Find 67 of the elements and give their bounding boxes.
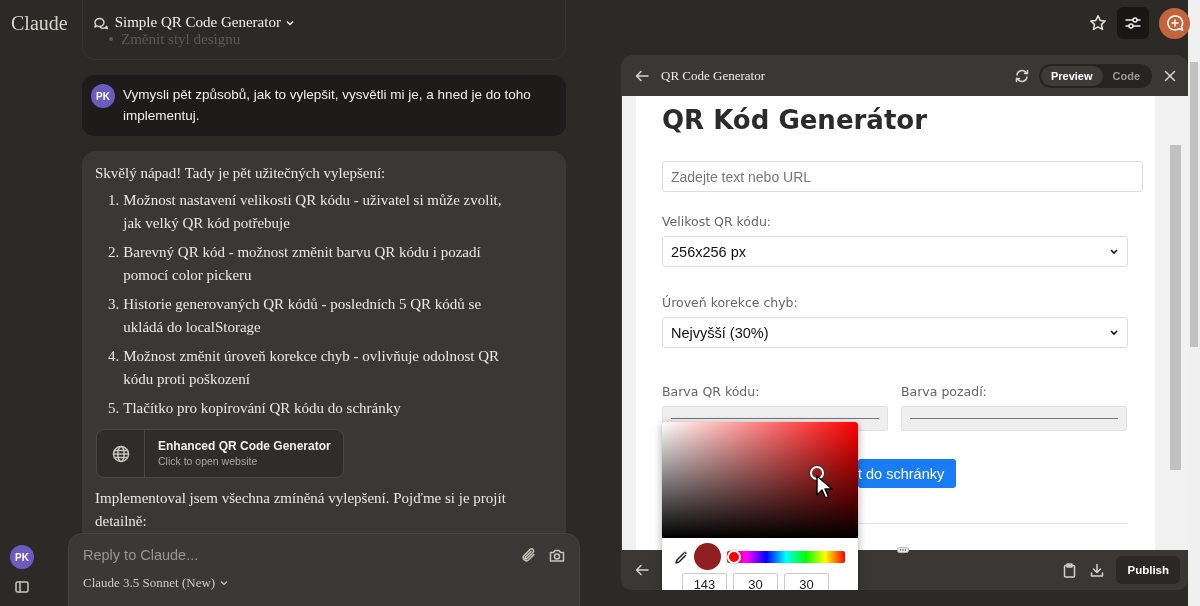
- globe-icon: [111, 444, 130, 463]
- caret-icon: [1109, 248, 1119, 255]
- user-message-text: Vymysli pět způsobů, jak to vylepšit, vysvětli mi je, a hned je do toho implementuj.: [123, 86, 532, 125]
- message-text: Implementoval jsem všechna zmíněná vylepšení. Pojďme si je projít detailně:: [95, 489, 507, 531]
- chat-bubbles-icon: [92, 16, 109, 31]
- publish-button[interactable]: Publish: [1116, 556, 1180, 584]
- color-swatch: [694, 543, 721, 570]
- view-tab[interactable]: Preview: [1040, 65, 1103, 86]
- size-select[interactable]: 256x256 px: [662, 236, 1128, 267]
- message-text: Skvělý nápad! Tady je pět užitečných vylepšení:: [95, 164, 387, 183]
- cursor-icon: [814, 473, 833, 500]
- paperclip-icon[interactable]: [521, 547, 537, 563]
- caret-icon: [219, 579, 230, 587]
- color-input-field[interactable]: [901, 406, 1127, 431]
- user-avatar: PK: [91, 84, 115, 108]
- list-item-text: Barevný QR kód - možnost změnit barvu QR kódu i pozadí pomocí color pickeru: [123, 243, 482, 285]
- camera-icon[interactable]: [549, 547, 565, 563]
- reply-input-field[interactable]: Reply to Claude...: [83, 545, 509, 565]
- field-label: Barva pozadí:: [901, 384, 988, 400]
- list-number: 3.: [108, 295, 120, 314]
- list-item-text: Možnost změnit úroveň korekce chyb - ovlivňuje odolnost QR kódu proti poškození: [123, 347, 500, 389]
- app-logo[interactable]: Claude: [11, 12, 68, 34]
- list-item-text: Tlačítko pro kopírování QR kódu do schránky: [123, 399, 402, 418]
- artifact-card[interactable]: Enhanced QR Code Generator Click to open website: [96, 429, 344, 478]
- sidebar-toggle-icon[interactable]: [15, 581, 29, 593]
- list-number: 2.: [108, 243, 120, 262]
- field-label: Barva QR kódu:: [662, 384, 761, 400]
- channel-value-field[interactable]: 30: [733, 573, 778, 590]
- artifact-subtitle: Click to open website: [158, 454, 259, 468]
- artifact-title: Enhanced QR Code Generator: [158, 439, 331, 454]
- copy-button[interactable]: t do schránky: [858, 459, 957, 488]
- model-selector[interactable]: Claude 3.5 Sonnet (New): [83, 575, 230, 591]
- caret-icon: [1109, 329, 1119, 336]
- channel-value-field[interactable]: 143: [682, 573, 727, 590]
- error-correction-select[interactable]: Nejvyšší (30%): [662, 317, 1128, 348]
- artifact-title: QR Code Generator: [661, 67, 765, 84]
- new-chat-button[interactable]: [1159, 7, 1190, 39]
- list-number: 1.: [108, 191, 120, 210]
- channel-value-field[interactable]: 30: [784, 573, 829, 590]
- slider-thumb[interactable]: [727, 549, 741, 564]
- close-icon[interactable]: [1164, 69, 1176, 82]
- user-avatar[interactable]: PK: [10, 545, 34, 569]
- page-heading: QR Kód Generátor: [662, 104, 927, 137]
- resize-handle-icon[interactable]: [897, 547, 909, 553]
- list-number: 5.: [108, 399, 120, 418]
- list-item-text: Možnost nastavení velikosti QR kódu - uživatel si může zvolit, jak velký QR kód potřebuje: [123, 191, 503, 233]
- clipboard-icon[interactable]: [1063, 562, 1077, 578]
- view-tab[interactable]: Code: [1102, 65, 1150, 86]
- field-label: Velikost QR kódu:: [662, 214, 772, 230]
- star-icon[interactable]: [1089, 14, 1107, 32]
- back-arrow-icon[interactable]: [635, 564, 649, 576]
- eyedropper-icon[interactable]: [674, 548, 688, 565]
- scrollbar[interactable]: [1188, 0, 1200, 606]
- settings-button[interactable]: [1117, 7, 1149, 39]
- chat-title-button[interactable]: Simple QR Code Generator: [114, 14, 295, 31]
- hue-slider[interactable]: [727, 550, 845, 563]
- chat-plus-icon: [1165, 14, 1184, 32]
- list-item-text: Historie generovaných QR kódů - posledních 5 QR kódů se ukládá do localStorage: [123, 295, 483, 337]
- sliders-icon: [1125, 16, 1141, 30]
- color-gradient-area[interactable]: [662, 422, 858, 538]
- caret-icon: [284, 18, 295, 27]
- text-input-field[interactable]: Zadejte text nebo URL: [662, 161, 1143, 192]
- back-arrow-icon[interactable]: [635, 69, 649, 82]
- download-icon[interactable]: [1090, 563, 1105, 577]
- field-label: Úroveň korekce chyb:: [662, 295, 798, 311]
- refresh-icon[interactable]: [1014, 68, 1029, 83]
- list-number: 4.: [108, 347, 120, 366]
